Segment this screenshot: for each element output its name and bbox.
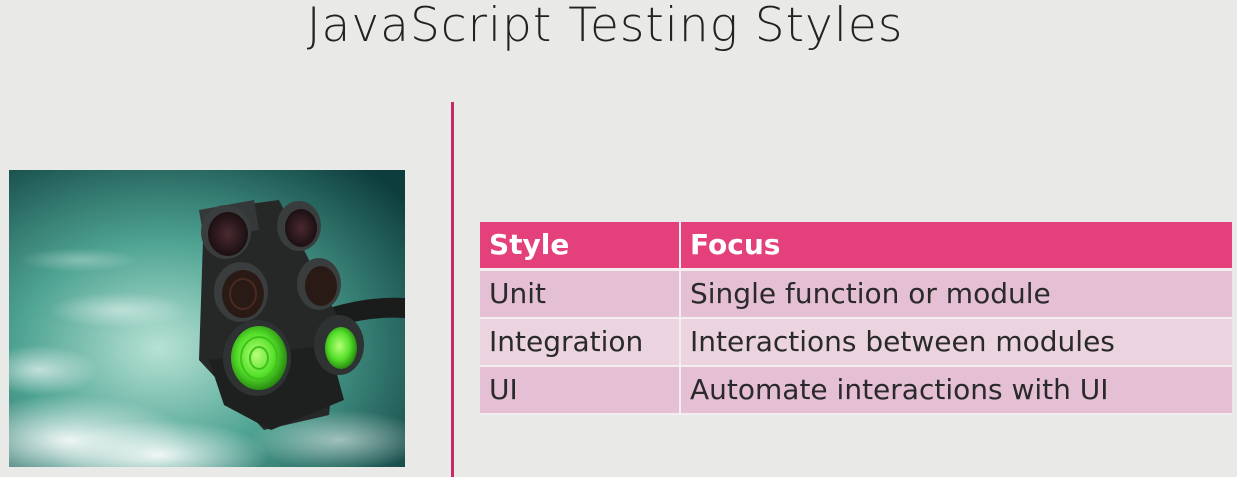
focus-cell: Automate interactions with UI [681,367,1232,415]
traffic-light-icon [9,170,405,467]
table-header-row: Style Focus [480,222,1232,271]
header-focus: Focus [681,222,1232,271]
slide-title: JavaScript Testing Styles [306,0,904,53]
traffic-light-photo [9,170,405,467]
style-cell: UI [480,367,681,415]
testing-styles-table: Style Focus Unit Single function or modu… [480,222,1232,415]
table-row: UI Automate interactions with UI [480,367,1232,415]
vertical-divider [451,102,454,477]
style-cell: Integration [480,319,681,367]
table-row: Integration Interactions between modules [480,319,1232,367]
table-row: Unit Single function or module [480,271,1232,319]
focus-cell: Single function or module [681,271,1232,319]
header-style: Style [480,222,681,271]
focus-cell: Interactions between modules [681,319,1232,367]
style-cell: Unit [480,271,681,319]
